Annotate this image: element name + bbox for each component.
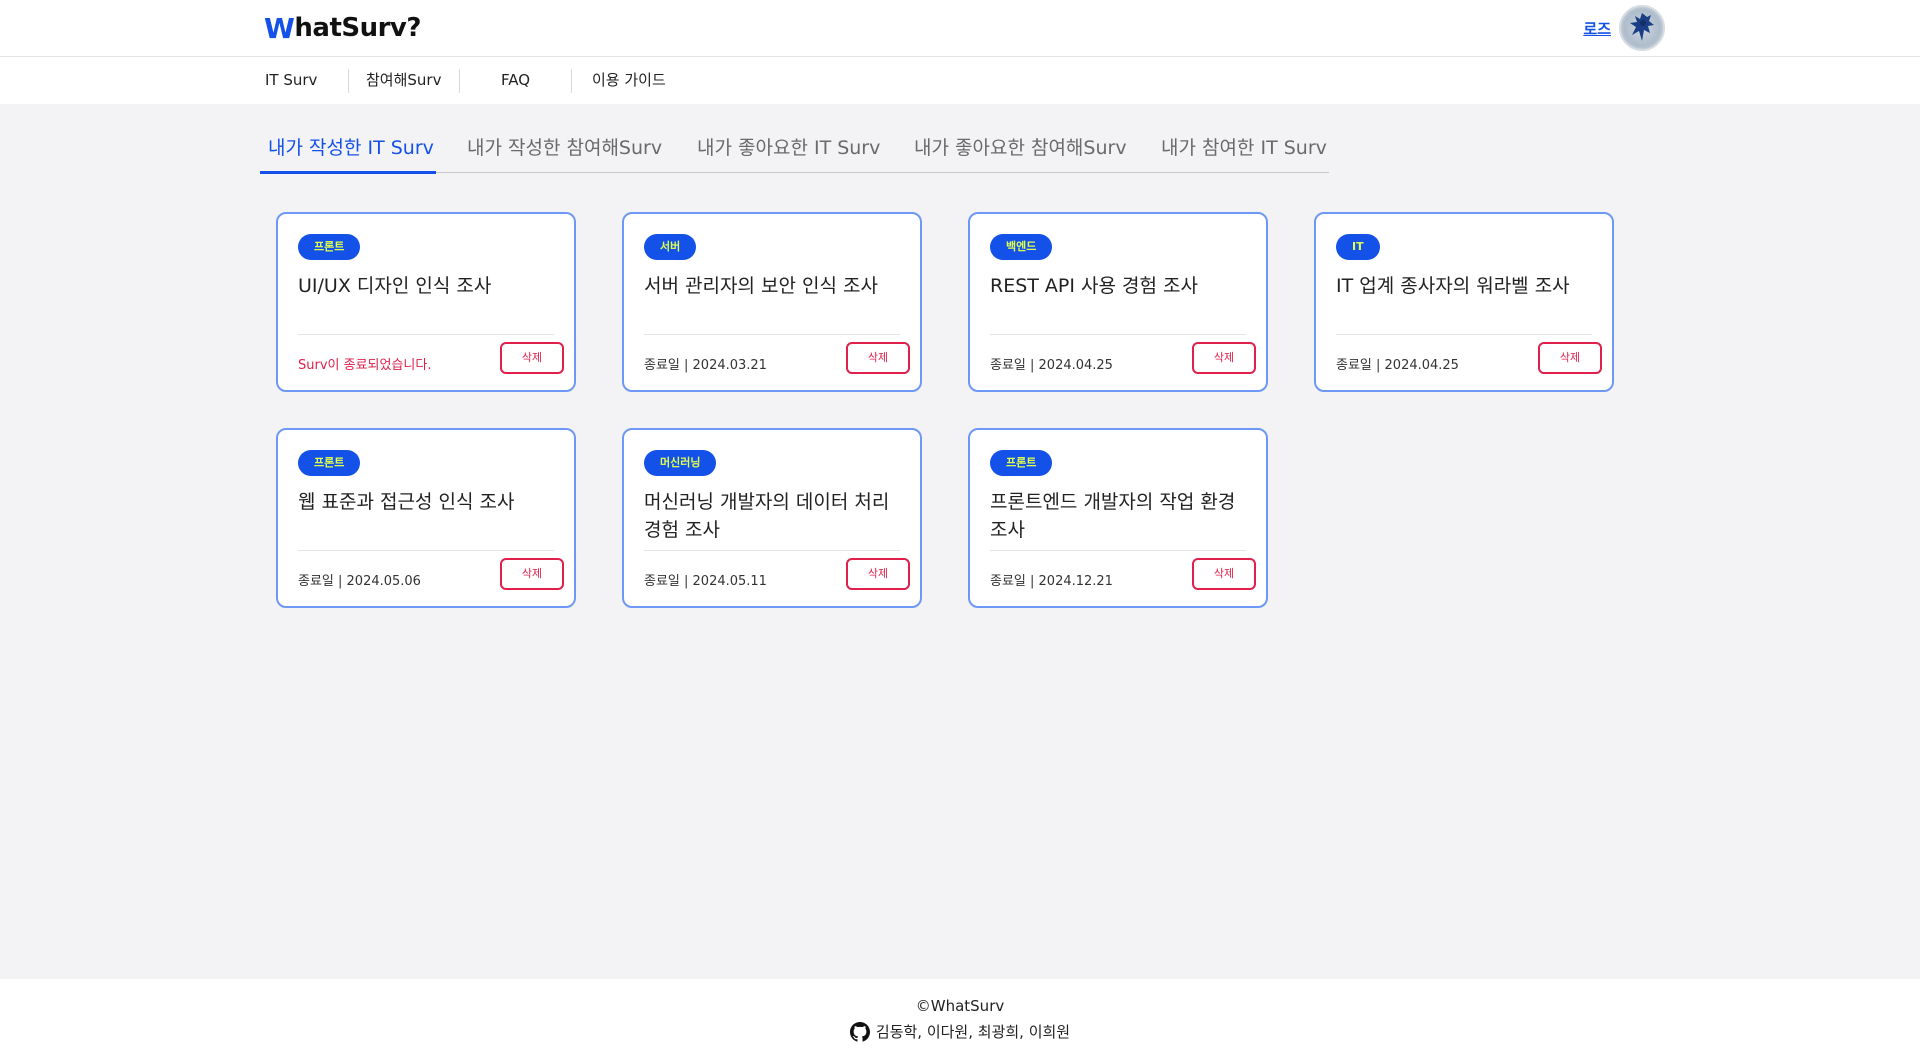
tab-liked-participate-surv[interactable]: 내가 좋아요한 참여해Surv: [914, 126, 1127, 173]
survey-end-date: 종료일 | 2024.04.25: [990, 358, 1113, 373]
survey-card[interactable]: 프론트 웹 표준과 접근성 인식 조사 종료일 | 2024.05.06 삭제: [276, 428, 576, 608]
nav-divider: [459, 69, 460, 93]
tab-my-participate-surv[interactable]: 내가 작성한 참여해Surv: [467, 126, 662, 173]
survey-title: IT 업계 종사자의 워라벨 조사: [1336, 275, 1570, 297]
nav-item-participate-surv[interactable]: 참여해Surv: [366, 57, 441, 104]
logo[interactable]: WhatSurv?: [264, 11, 421, 45]
card-divider: [990, 334, 1246, 335]
delete-button[interactable]: 삭제: [1192, 558, 1256, 590]
survey-end-date: 종료일 | 2024.03.21: [644, 358, 767, 373]
nav-item-faq[interactable]: FAQ: [501, 57, 530, 104]
team-members: 김동학, 이다원, 최광희, 이희원: [0, 1021, 1920, 1042]
survey-end-date: 종료일 | 2024.05.11: [644, 574, 767, 589]
footer: ©WhatSurv 김동학, 이다원, 최광희, 이희원: [0, 979, 1920, 1059]
category-badge: IT: [1336, 234, 1380, 260]
delete-button[interactable]: 삭제: [1538, 342, 1602, 374]
card-divider: [1336, 334, 1592, 335]
card-divider: [644, 334, 900, 335]
github-icon[interactable]: [849, 1021, 870, 1042]
delete-button[interactable]: 삭제: [500, 342, 564, 374]
nav-item-guide[interactable]: 이용 가이드: [592, 57, 666, 104]
user-name-link[interactable]: 로즈: [1583, 18, 1611, 39]
survey-end-date: 종료일 | 2024.04.25: [1336, 358, 1459, 373]
main-nav: IT Surv 참여해Surv FAQ 이용 가이드: [0, 57, 1920, 104]
avatar[interactable]: [1619, 5, 1665, 51]
delete-button[interactable]: 삭제: [846, 558, 910, 590]
survey-title: REST API 사용 경험 조사: [990, 275, 1198, 297]
nav-divider: [348, 69, 349, 93]
delete-button[interactable]: 삭제: [846, 342, 910, 374]
logo-text: hatSurv?: [294, 13, 421, 43]
card-divider: [644, 550, 900, 551]
survey-title: UI/UX 디자인 인식 조사: [298, 275, 492, 297]
nav-item-it-surv[interactable]: IT Surv: [265, 57, 317, 104]
survey-card[interactable]: 프론트 UI/UX 디자인 인식 조사 Surv이 종료되었습니다. 삭제: [276, 212, 576, 392]
delete-button[interactable]: 삭제: [1192, 342, 1256, 374]
survey-end-date: 종료일 | 2024.12.21: [990, 574, 1113, 589]
tab-liked-it-surv[interactable]: 내가 좋아요한 IT Surv: [697, 126, 880, 173]
survey-card[interactable]: 백엔드 REST API 사용 경험 조사 종료일 | 2024.04.25 삭…: [968, 212, 1268, 392]
survey-card[interactable]: IT IT 업계 종사자의 워라벨 조사 종료일 | 2024.04.25 삭제: [1314, 212, 1614, 392]
survey-title: 웹 표준과 접근성 인식 조사: [298, 491, 515, 513]
active-tab-underline: [260, 171, 436, 174]
card-divider: [298, 334, 554, 335]
tab-joined-it-surv[interactable]: 내가 참여한 IT Surv: [1161, 126, 1327, 173]
copyright-text: ©WhatSurv: [915, 997, 1005, 1015]
survey-card[interactable]: 머신러닝 머신러닝 개발자의 데이터 처리 경험 조사 종료일 | 2024.0…: [622, 428, 922, 608]
survey-title: 머신러닝 개발자의 데이터 처리 경험 조사: [644, 491, 890, 541]
category-badge: 프론트: [298, 234, 361, 260]
category-badge: 프론트: [990, 450, 1053, 476]
avatar-figure-icon: [1630, 13, 1654, 41]
survey-card[interactable]: 프론트 프론트엔드 개발자의 작업 환경 조사 종료일 | 2024.12.21…: [968, 428, 1268, 608]
nav-divider: [571, 69, 572, 93]
member-names: 김동학, 이다원, 최광희, 이희원: [875, 1023, 1071, 1041]
tab-my-it-surv[interactable]: 내가 작성한 IT Surv: [268, 126, 434, 173]
user-menu[interactable]: 로즈: [1583, 5, 1665, 51]
survey-title: 서버 관리자의 보안 인식 조사: [644, 275, 878, 297]
logo-w-mark: W: [264, 11, 295, 45]
survey-title: 프론트엔드 개발자의 작업 환경 조사: [990, 491, 1236, 541]
category-badge: 머신러닝: [644, 450, 717, 476]
category-badge: 프론트: [298, 450, 361, 476]
survey-end-date: 종료일 | 2024.05.06: [298, 574, 421, 589]
category-badge: 백엔드: [990, 234, 1053, 260]
top-header: WhatSurv? 로즈: [0, 0, 1920, 57]
card-divider: [298, 550, 554, 551]
survey-card[interactable]: 서버 서버 관리자의 보안 인식 조사 종료일 | 2024.03.21 삭제: [622, 212, 922, 392]
delete-button[interactable]: 삭제: [500, 558, 564, 590]
category-badge: 서버: [644, 234, 697, 260]
card-divider: [990, 550, 1246, 551]
mypage-tabs: 내가 작성한 IT Surv 내가 작성한 참여해Surv 내가 좋아요한 IT…: [260, 126, 1329, 174]
survey-ended-notice: Surv이 종료되었습니다.: [298, 358, 432, 373]
